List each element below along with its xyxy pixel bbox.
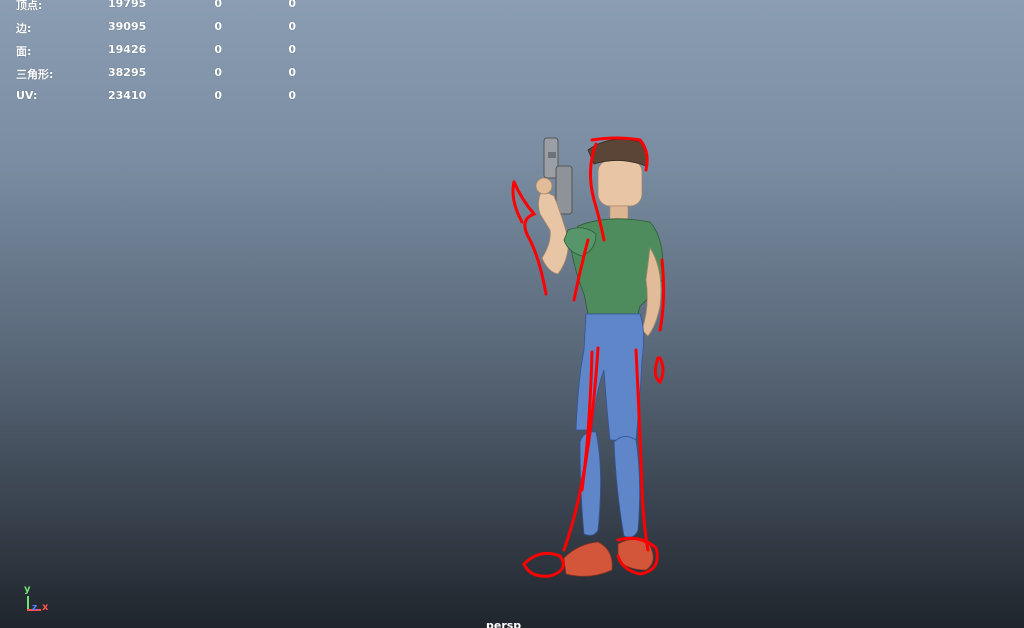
hud-value: 0: [214, 89, 222, 102]
character-model[interactable]: [500, 130, 680, 590]
hud-row-faces: 面: 19426 0 0: [0, 43, 320, 58]
camera-label: persp: [486, 619, 522, 628]
hud-row-triangles: 三角形: 38295 0 0: [0, 66, 320, 81]
axis-y-label: y: [24, 584, 31, 595]
hud-value: 38295: [108, 66, 147, 79]
hud-label: UV:: [16, 89, 38, 102]
hud-label: 顶点:: [16, 0, 43, 12]
pants-legs: [575, 313, 644, 538]
hud-value: 0: [288, 43, 296, 56]
hud-value: 0: [288, 0, 296, 10]
shoes: [563, 539, 654, 577]
hud-value: 19795: [108, 0, 147, 10]
hud-value: 0: [214, 66, 222, 79]
hud-value: 19426: [108, 43, 147, 56]
hud-label: 三角形:: [16, 68, 54, 81]
hud-row-vertices: 顶点: 19795 0 0: [0, 0, 320, 12]
hud-value: 0: [288, 20, 296, 33]
hud-value: 23410: [108, 89, 147, 102]
hud-value: 0: [288, 66, 296, 79]
axis-gizmo: y z x: [16, 582, 56, 616]
axis-x-label: x: [42, 602, 49, 613]
hud-value: 39095: [108, 20, 147, 33]
hud-value: 0: [214, 0, 222, 10]
hud-value: 0: [214, 20, 222, 33]
hud-row-uv: UV: 23410 0 0: [0, 89, 320, 103]
hud-row-edges: 边: 39095 0 0: [0, 20, 320, 35]
axis-y-bar: [27, 596, 29, 610]
hud-label: 面:: [16, 45, 32, 58]
hud-label: 边:: [16, 22, 32, 35]
axis-z-label: z: [32, 603, 38, 613]
hud-value: 0: [288, 89, 296, 102]
3d-viewport[interactable]: 顶点: 19795 0 0 边: 39095 0 0 面: 19426 0 0 …: [0, 0, 1024, 628]
hud-value: 0: [214, 43, 222, 56]
